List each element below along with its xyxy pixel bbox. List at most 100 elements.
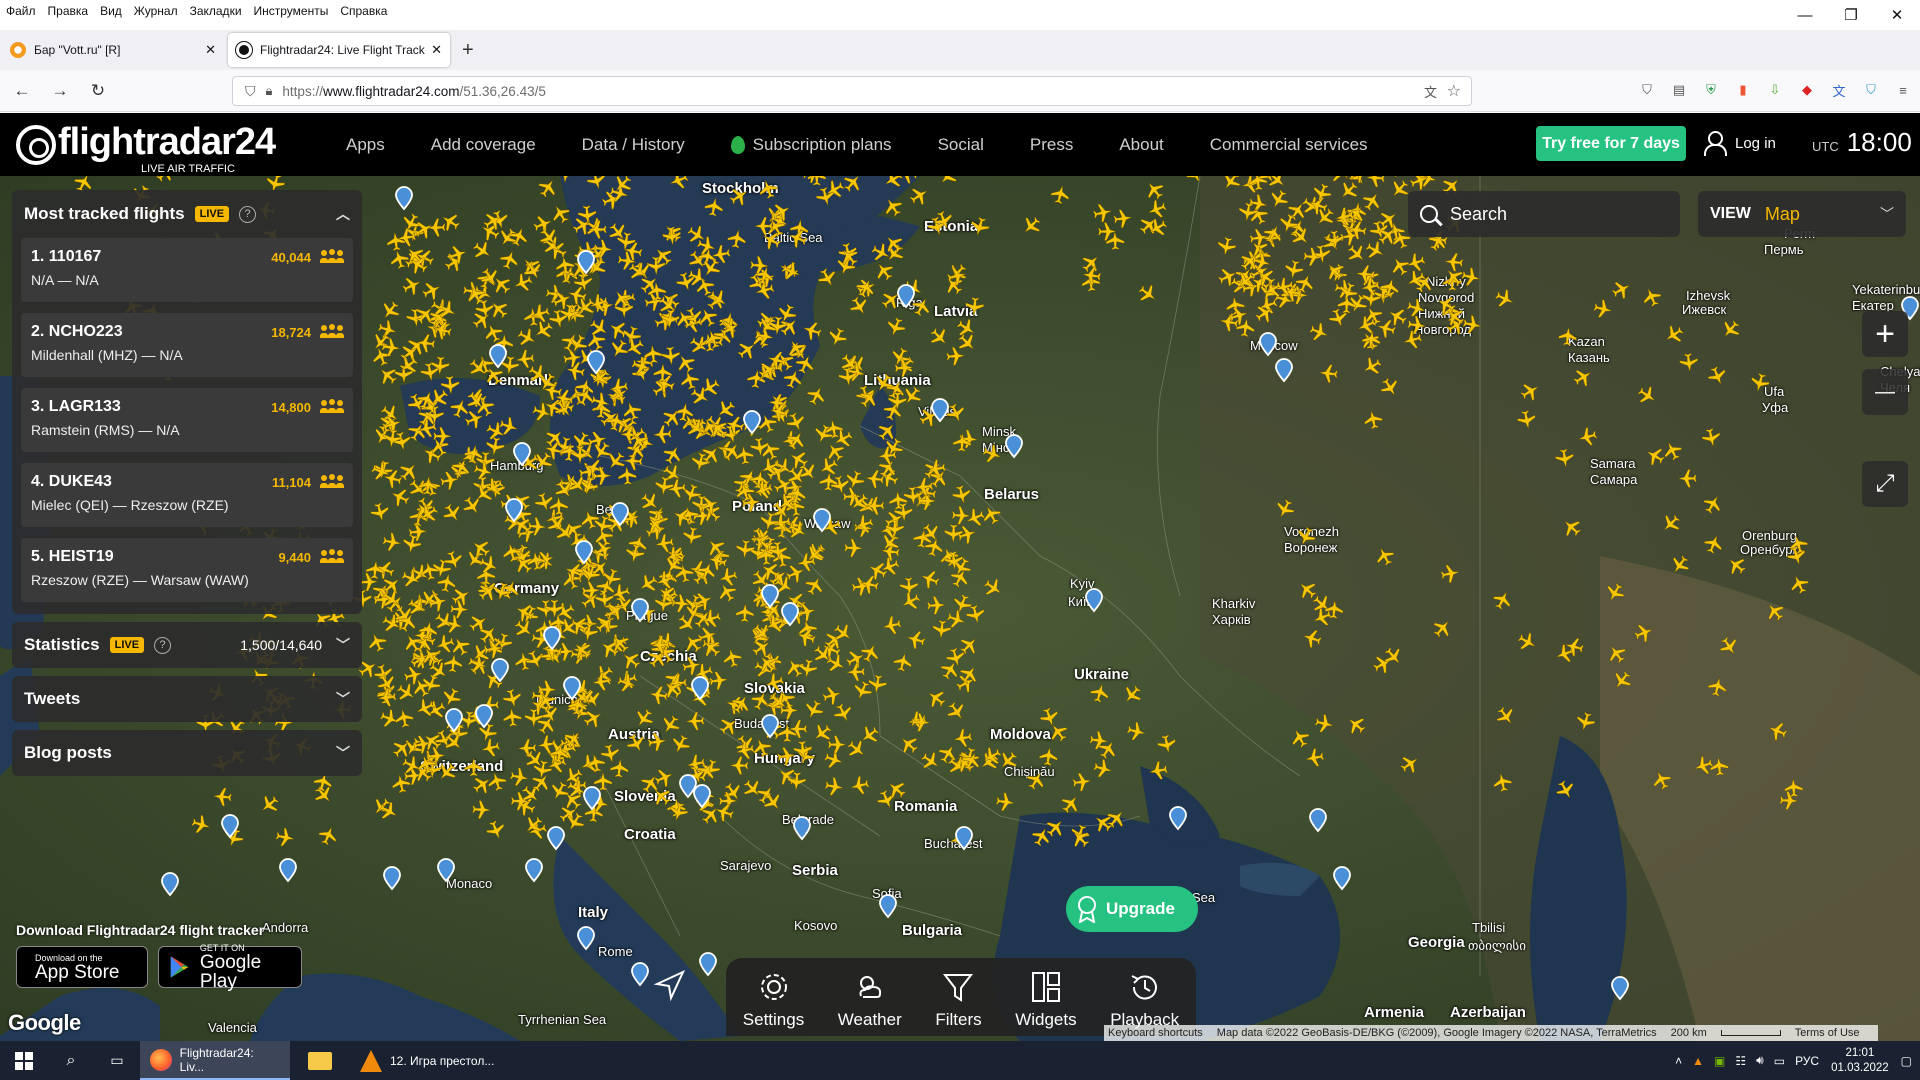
aircraft-icon[interactable]: [382, 532, 403, 553]
zoom-out-button[interactable]: —: [1862, 369, 1908, 415]
aircraft-icon[interactable]: [927, 596, 946, 615]
airport-marker-icon[interactable]: [743, 410, 761, 435]
aircraft-icon[interactable]: [377, 688, 397, 708]
aircraft-icon[interactable]: [880, 194, 905, 219]
aircraft-icon[interactable]: [826, 326, 850, 350]
aircraft-icon[interactable]: [856, 386, 881, 411]
aircraft-icon[interactable]: [660, 442, 685, 467]
aircraft-icon[interactable]: [741, 493, 761, 513]
aircraft-icon[interactable]: [1294, 525, 1318, 549]
tray-volume-icon[interactable]: 🔊︎: [1756, 1053, 1764, 1068]
aircraft-icon[interactable]: [547, 779, 571, 803]
aircraft-icon[interactable]: [981, 575, 1006, 600]
airport-marker-icon[interactable]: [793, 816, 811, 841]
aircraft-icon[interactable]: [844, 538, 863, 558]
aircraft-icon[interactable]: [466, 355, 491, 380]
filters-tool[interactable]: Filters: [935, 970, 982, 1030]
aircraft-icon[interactable]: [1058, 791, 1083, 816]
airport-marker-icon[interactable]: [897, 284, 915, 309]
aircraft-icon[interactable]: [871, 371, 896, 396]
aircraft-icon[interactable]: [802, 698, 826, 722]
aircraft-icon[interactable]: [706, 287, 731, 312]
airport-marker-icon[interactable]: [699, 952, 717, 977]
aircraft-icon[interactable]: [1148, 760, 1169, 781]
task-view-icon[interactable]: ▭: [94, 1041, 140, 1080]
aircraft-icon[interactable]: [501, 687, 523, 709]
aircraft-icon[interactable]: [827, 735, 847, 754]
chevron-down-icon[interactable]: ﹀: [336, 635, 350, 655]
aircraft-icon[interactable]: [843, 469, 866, 492]
aircraft-icon[interactable]: [653, 424, 672, 444]
aircraft-icon[interactable]: [938, 658, 963, 683]
aircraft-icon[interactable]: [715, 580, 740, 605]
translate-icon[interactable]: 文: [1424, 82, 1437, 101]
aircraft-icon[interactable]: [952, 728, 973, 749]
aircraft-icon[interactable]: [726, 228, 747, 249]
aircraft-icon[interactable]: [1377, 375, 1402, 400]
aircraft-icon[interactable]: [464, 757, 483, 777]
aircraft-icon[interactable]: [450, 599, 469, 619]
airport-marker-icon[interactable]: [1259, 332, 1277, 357]
nav-item[interactable]: Apps: [346, 135, 385, 155]
aircraft-icon[interactable]: [1609, 277, 1633, 301]
aircraft-icon[interactable]: [646, 256, 666, 275]
chevron-up-icon[interactable]: ︿: [336, 204, 350, 224]
airport-marker-icon[interactable]: [1309, 808, 1327, 833]
aircraft-icon[interactable]: [533, 491, 556, 514]
aircraft-icon[interactable]: [702, 328, 725, 351]
aircraft-icon[interactable]: [484, 819, 507, 842]
aircraft-icon[interactable]: [420, 279, 444, 303]
aircraft-icon[interactable]: [1145, 198, 1168, 221]
forward-icon[interactable]: →: [44, 75, 76, 107]
tweets-section[interactable]: Tweets ﹀: [12, 676, 362, 722]
aircraft-icon[interactable]: [446, 243, 469, 266]
aircraft-icon[interactable]: [1702, 532, 1725, 555]
aircraft-icon[interactable]: [1092, 202, 1113, 223]
menu-item[interactable]: Правка: [48, 4, 89, 18]
aircraft-icon[interactable]: [1603, 581, 1628, 606]
aircraft-icon[interactable]: [905, 628, 927, 650]
menu-item[interactable]: Журнал: [134, 4, 178, 18]
aircraft-icon[interactable]: [669, 732, 693, 756]
aircraft-icon[interactable]: [1749, 372, 1771, 394]
weather-tool[interactable]: Weather: [838, 970, 902, 1030]
aircraft-icon[interactable]: [788, 719, 808, 739]
aircraft-icon[interactable]: [495, 225, 520, 250]
aircraft-icon[interactable]: [1046, 720, 1071, 745]
aircraft-icon[interactable]: [865, 558, 889, 582]
aircraft-icon[interactable]: [1288, 726, 1312, 750]
aircraft-icon[interactable]: [1114, 176, 1139, 178]
google-play-button[interactable]: GET IT ON Google Play: [158, 943, 302, 991]
aircraft-icon[interactable]: [486, 770, 508, 792]
aircraft-icon[interactable]: [652, 766, 676, 790]
aircraft-icon[interactable]: [1558, 326, 1578, 346]
aircraft-icon[interactable]: [585, 176, 607, 192]
flag-extension-icon[interactable]: ▮: [1732, 78, 1754, 102]
reader-icon[interactable]: ▤: [1668, 78, 1690, 102]
aircraft-icon[interactable]: [954, 671, 978, 695]
aircraft-icon[interactable]: [190, 813, 212, 835]
aircraft-icon[interactable]: [438, 209, 463, 234]
aircraft-icon[interactable]: [257, 792, 282, 817]
tray-display-icon[interactable]: ▭: [1774, 1054, 1785, 1068]
nav-item[interactable]: Subscription plans: [730, 135, 892, 155]
aircraft-icon[interactable]: [1049, 183, 1071, 205]
aircraft-icon[interactable]: [965, 297, 985, 317]
aircraft-icon[interactable]: [1362, 409, 1383, 430]
bookmark-star-icon[interactable]: ☆: [1447, 81, 1461, 101]
aircraft-icon[interactable]: [932, 619, 952, 640]
aircraft-icon[interactable]: [1430, 616, 1455, 641]
taskbar-vlc[interactable]: 12. Игра престол...: [350, 1041, 510, 1080]
aircraft-icon[interactable]: [1678, 469, 1697, 488]
nav-item[interactable]: About: [1119, 135, 1163, 155]
aircraft-icon[interactable]: [1444, 252, 1464, 272]
airport-marker-icon[interactable]: [1169, 806, 1187, 831]
aircraft-icon[interactable]: [631, 706, 656, 731]
aircraft-icon[interactable]: [1604, 641, 1629, 666]
aircraft-icon[interactable]: [403, 664, 425, 686]
aircraft-icon[interactable]: [1407, 315, 1427, 335]
tray-vlc-icon[interactable]: ▲: [1692, 1054, 1704, 1068]
aircraft-icon[interactable]: [515, 325, 539, 349]
aircraft-icon[interactable]: [666, 478, 687, 498]
airport-marker-icon[interactable]: [563, 676, 581, 701]
